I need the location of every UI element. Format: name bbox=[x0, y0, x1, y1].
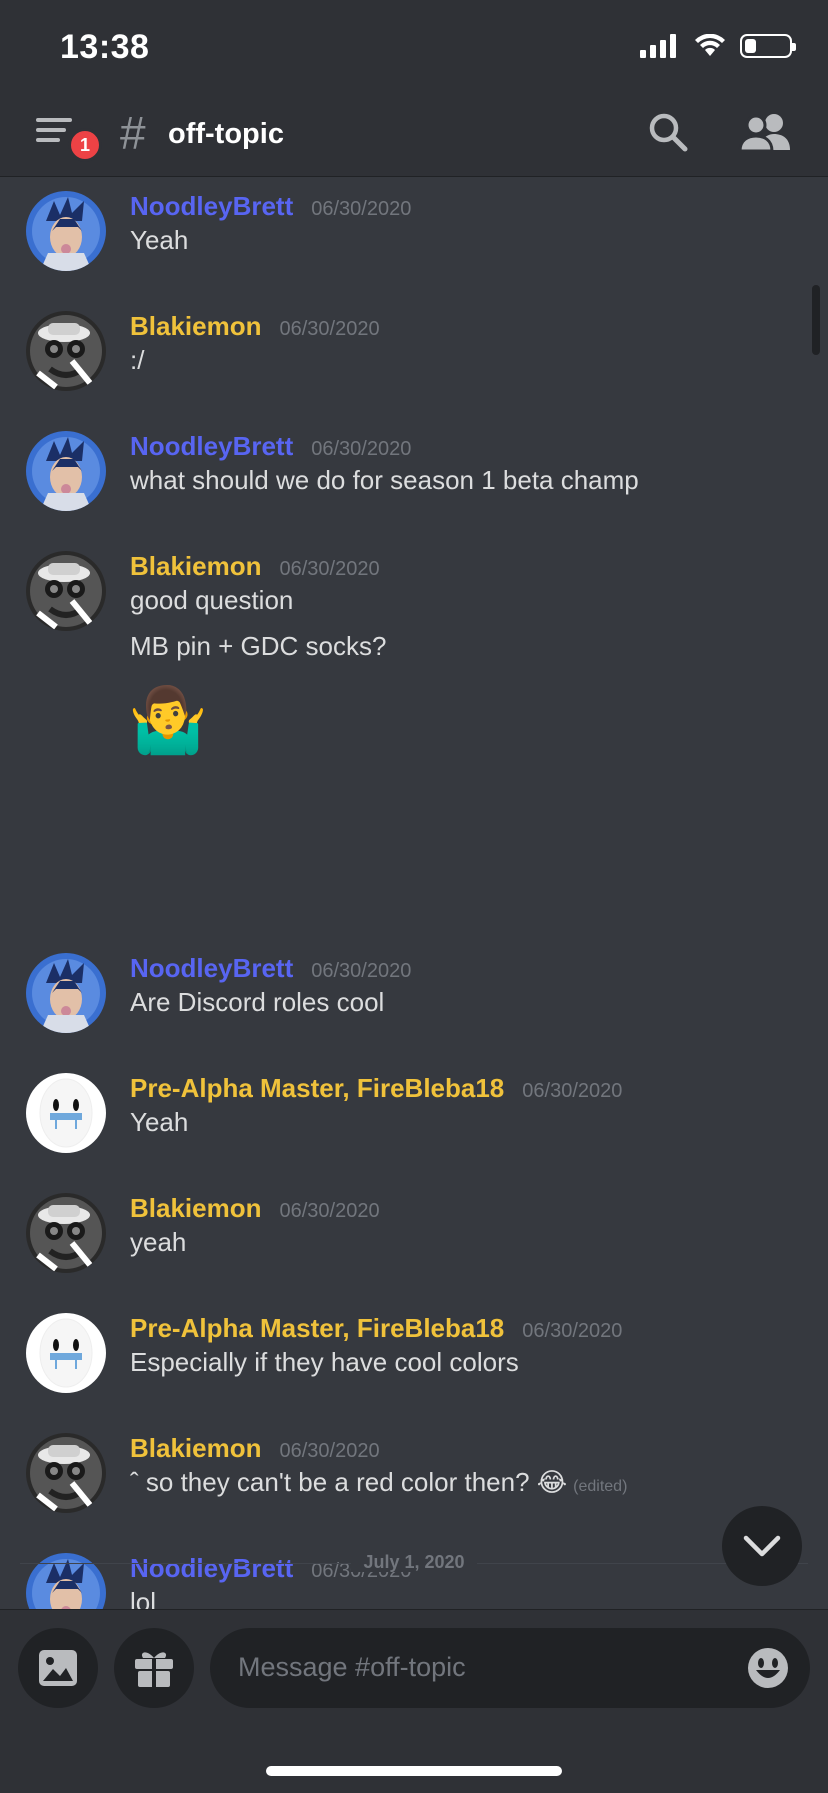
avatar[interactable] bbox=[26, 1193, 106, 1273]
chevron-down-icon bbox=[743, 1535, 781, 1557]
home-indicator[interactable] bbox=[266, 1766, 562, 1776]
author-name[interactable]: NoodleyBrett bbox=[130, 431, 293, 461]
message-timestamp: 06/30/2020 bbox=[279, 558, 380, 580]
gift-icon bbox=[135, 1652, 173, 1687]
image-icon bbox=[39, 1650, 77, 1686]
author-name[interactable]: NoodleyBrett bbox=[130, 191, 293, 221]
message-author[interactable]: NoodleyBrett 06/30/2020 bbox=[130, 191, 411, 222]
message-text: Yeah bbox=[130, 225, 188, 256]
gift-button[interactable] bbox=[114, 1628, 194, 1708]
message-text-content: what should we do for season 1 beta cham… bbox=[130, 465, 639, 495]
message-list[interactable]: NoodleyBrett 06/30/2020 Yeah Blakiemon 06/30… bbox=[0, 177, 828, 1609]
jump-to-bottom-button[interactable] bbox=[722, 1506, 802, 1586]
message-author[interactable]: Blakiemon 06/30/2020 bbox=[130, 1433, 380, 1464]
status-time: 13:38 bbox=[60, 28, 150, 66]
message-timestamp: 06/30/2020 bbox=[311, 960, 412, 982]
message-input-placeholder: Message #off-topic bbox=[238, 1652, 466, 1682]
message-text: Especially if they have cool colors bbox=[130, 1347, 519, 1378]
avatar[interactable] bbox=[26, 1073, 106, 1153]
author-name[interactable]: Blakiemon bbox=[130, 1193, 262, 1223]
author-name[interactable]: NoodleyBrett bbox=[130, 953, 293, 983]
channel-header: 1 # off-topic bbox=[0, 92, 828, 177]
avatar[interactable] bbox=[26, 1313, 106, 1393]
wifi-icon bbox=[695, 34, 725, 56]
message-input[interactable]: Message #off-topic bbox=[210, 1628, 810, 1708]
avatar[interactable] bbox=[26, 431, 106, 511]
author-name[interactable]: Blakiemon bbox=[130, 311, 262, 341]
message-text: :/ bbox=[130, 345, 144, 376]
message-text-content: :/ bbox=[130, 345, 145, 375]
message-text-content: good question bbox=[130, 585, 294, 615]
message-author[interactable]: Blakiemon 06/30/2020 bbox=[130, 551, 380, 582]
message-author[interactable]: Pre-Alpha Master, FireBleba18 06/30/2020 bbox=[130, 1313, 622, 1344]
message-text-content: yeah bbox=[130, 1227, 187, 1257]
message-text: Are Discord roles cool bbox=[130, 987, 384, 1018]
message-text: MB pin + GDC socks? bbox=[130, 631, 386, 662]
avatar[interactable] bbox=[26, 551, 106, 631]
message-text: lol bbox=[130, 1587, 156, 1609]
channel-name[interactable]: off-topic bbox=[168, 118, 284, 151]
message-text: what should we do for season 1 beta cham… bbox=[130, 465, 639, 496]
message-timestamp: 06/30/2020 bbox=[279, 1440, 380, 1462]
message-timestamp: 06/30/2020 bbox=[311, 198, 412, 220]
message-text: Yeah bbox=[130, 1107, 188, 1138]
message-timestamp: 06/30/2020 bbox=[522, 1320, 623, 1342]
author-name[interactable]: Blakiemon bbox=[130, 551, 262, 581]
edited-label: (edited) bbox=[573, 1478, 628, 1495]
members-button[interactable] bbox=[738, 110, 796, 158]
shrug-emoji: 🤷‍♂️ bbox=[128, 684, 208, 756]
author-name[interactable]: Pre-Alpha Master, FireBleba18 bbox=[130, 1313, 504, 1343]
message-author[interactable]: Pre-Alpha Master, FireBleba18 06/30/2020 bbox=[130, 1073, 622, 1104]
message-author[interactable]: NoodleyBrett 06/30/2020 bbox=[130, 431, 411, 462]
message-text-content: lol bbox=[130, 1587, 157, 1609]
message-composer: Message #off-topic bbox=[0, 1609, 828, 1793]
message-author[interactable]: Blakiemon 06/30/2020 bbox=[130, 311, 380, 342]
message-text-content: Yeah bbox=[130, 1107, 189, 1137]
message-timestamp: 06/30/2020 bbox=[522, 1080, 623, 1102]
battery-icon bbox=[740, 34, 796, 58]
notification-badge: 1 bbox=[68, 128, 102, 162]
date-divider: July 1, 2020 bbox=[20, 1552, 808, 1574]
message-author[interactable]: Blakiemon 06/30/2020 bbox=[130, 1193, 380, 1224]
status-bar: 13:38 bbox=[0, 0, 828, 92]
attach-image-button[interactable] bbox=[18, 1628, 98, 1708]
message-timestamp: 06/30/2020 bbox=[311, 438, 412, 460]
author-name[interactable]: Pre-Alpha Master, FireBleba18 bbox=[130, 1073, 504, 1103]
signal-icon bbox=[640, 34, 676, 58]
scrollbar[interactable] bbox=[812, 285, 820, 355]
message-text-content: Are Discord roles cool bbox=[130, 987, 385, 1017]
avatar[interactable] bbox=[26, 1433, 106, 1513]
avatar[interactable] bbox=[26, 953, 106, 1033]
message-text-content: MB pin + GDC socks? bbox=[130, 631, 387, 661]
message-timestamp: 06/30/2020 bbox=[279, 1200, 380, 1222]
message-text-content: ˆ so they can't be a red color then? 😂 bbox=[130, 1467, 568, 1497]
message-text: ˆ so they can't be a red color then? 😂 (e… bbox=[130, 1467, 627, 1498]
hash-icon: # bbox=[120, 107, 146, 159]
author-name[interactable]: Blakiemon bbox=[130, 1433, 262, 1463]
message-text-content: Especially if they have cool colors bbox=[130, 1347, 519, 1377]
search-button[interactable] bbox=[646, 110, 694, 158]
avatar[interactable] bbox=[26, 191, 106, 271]
emoji-button[interactable] bbox=[746, 1646, 790, 1690]
status-icons bbox=[640, 34, 796, 58]
message-timestamp: 06/30/2020 bbox=[279, 318, 380, 340]
members-icon bbox=[738, 114, 790, 153]
emoji-icon bbox=[748, 1648, 788, 1688]
avatar[interactable] bbox=[26, 311, 106, 391]
date-divider-label: July 1, 2020 bbox=[351, 1552, 477, 1572]
message-text-content: Yeah bbox=[130, 225, 189, 255]
search-icon bbox=[649, 113, 688, 152]
message-text: yeah bbox=[130, 1227, 186, 1258]
message-author[interactable]: NoodleyBrett 06/30/2020 bbox=[130, 953, 411, 984]
message-text: good question bbox=[130, 585, 293, 616]
